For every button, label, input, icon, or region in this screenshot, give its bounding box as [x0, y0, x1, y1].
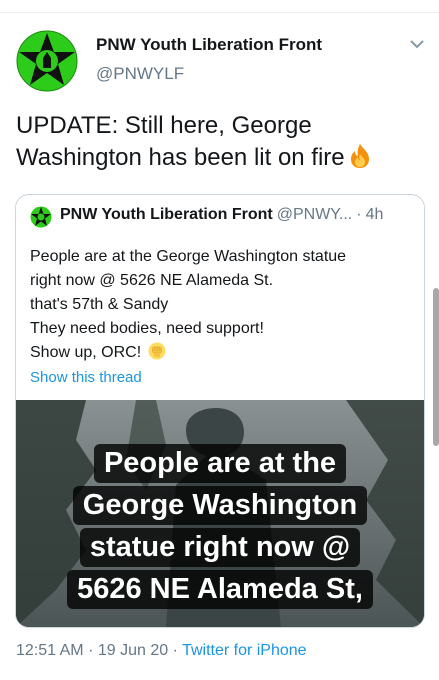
- author-handle[interactable]: @PNWYLF: [96, 64, 184, 84]
- fire-emoji-icon: [350, 144, 369, 168]
- quote-line: They need bodies, need support!: [30, 320, 264, 337]
- quote-line: Show up, ORC!: [30, 344, 142, 361]
- chevron-down-icon[interactable]: [408, 37, 426, 51]
- tweet-date[interactable]: 19 Jun 20: [98, 642, 168, 659]
- caption-line: People are at the: [93, 444, 347, 483]
- raised-fist-emoji-icon: [148, 342, 166, 360]
- quote-author-handle: @PNWY...: [276, 206, 353, 223]
- tweet-body: UPDATE: Still here, George Washington ha…: [16, 112, 345, 171]
- quote-line: that's 57th & Sandy: [30, 296, 169, 313]
- tweet-text: UPDATE: Still here, George Washington ha…: [16, 110, 426, 174]
- tweet-metadata: 12:51 AM · 19 Jun 20 · Twitter for iPhon…: [16, 642, 307, 660]
- quote-avatar-icon[interactable]: [30, 206, 52, 228]
- avatar-icon[interactable]: [16, 30, 78, 92]
- quote-header: PNW Youth Liberation Front @PNWY... · 4h: [60, 206, 383, 224]
- quote-author-name: PNW Youth Liberation Front: [60, 206, 273, 223]
- quote-line: right now @ 5626 NE Alameda St.: [30, 272, 274, 289]
- quote-separator: ·: [356, 206, 362, 223]
- caption-line: 5626 NE Alameda St,: [67, 570, 373, 609]
- media-image[interactable]: People are at the George Washington stat…: [16, 400, 424, 627]
- quote-text: People are at the George Washington stat…: [30, 245, 346, 365]
- caption-line: statue right now @: [79, 528, 361, 567]
- meta-separator: ·: [172, 642, 178, 659]
- media-caption: People are at the George Washington stat…: [16, 444, 424, 612]
- timeline-top-border: [0, 0, 439, 13]
- quote-line: People are at the George Washington stat…: [30, 248, 347, 265]
- author-name[interactable]: PNW Youth Liberation Front: [96, 35, 322, 55]
- show-thread-link[interactable]: Show this thread: [30, 369, 142, 386]
- quoted-tweet-card[interactable]: PNW Youth Liberation Front @PNWY... · 4h Pe…: [15, 194, 425, 628]
- tweet-source-link[interactable]: Twitter for iPhone: [182, 642, 307, 659]
- caption-line: George Washington: [72, 486, 368, 525]
- quote-time: 4h: [365, 206, 384, 223]
- quote-line-last: Show up, ORC!: [30, 341, 346, 365]
- scrollbar-thumb[interactable]: [433, 288, 439, 446]
- meta-separator: ·: [88, 642, 94, 659]
- tweet-time[interactable]: 12:51 AM: [16, 642, 84, 659]
